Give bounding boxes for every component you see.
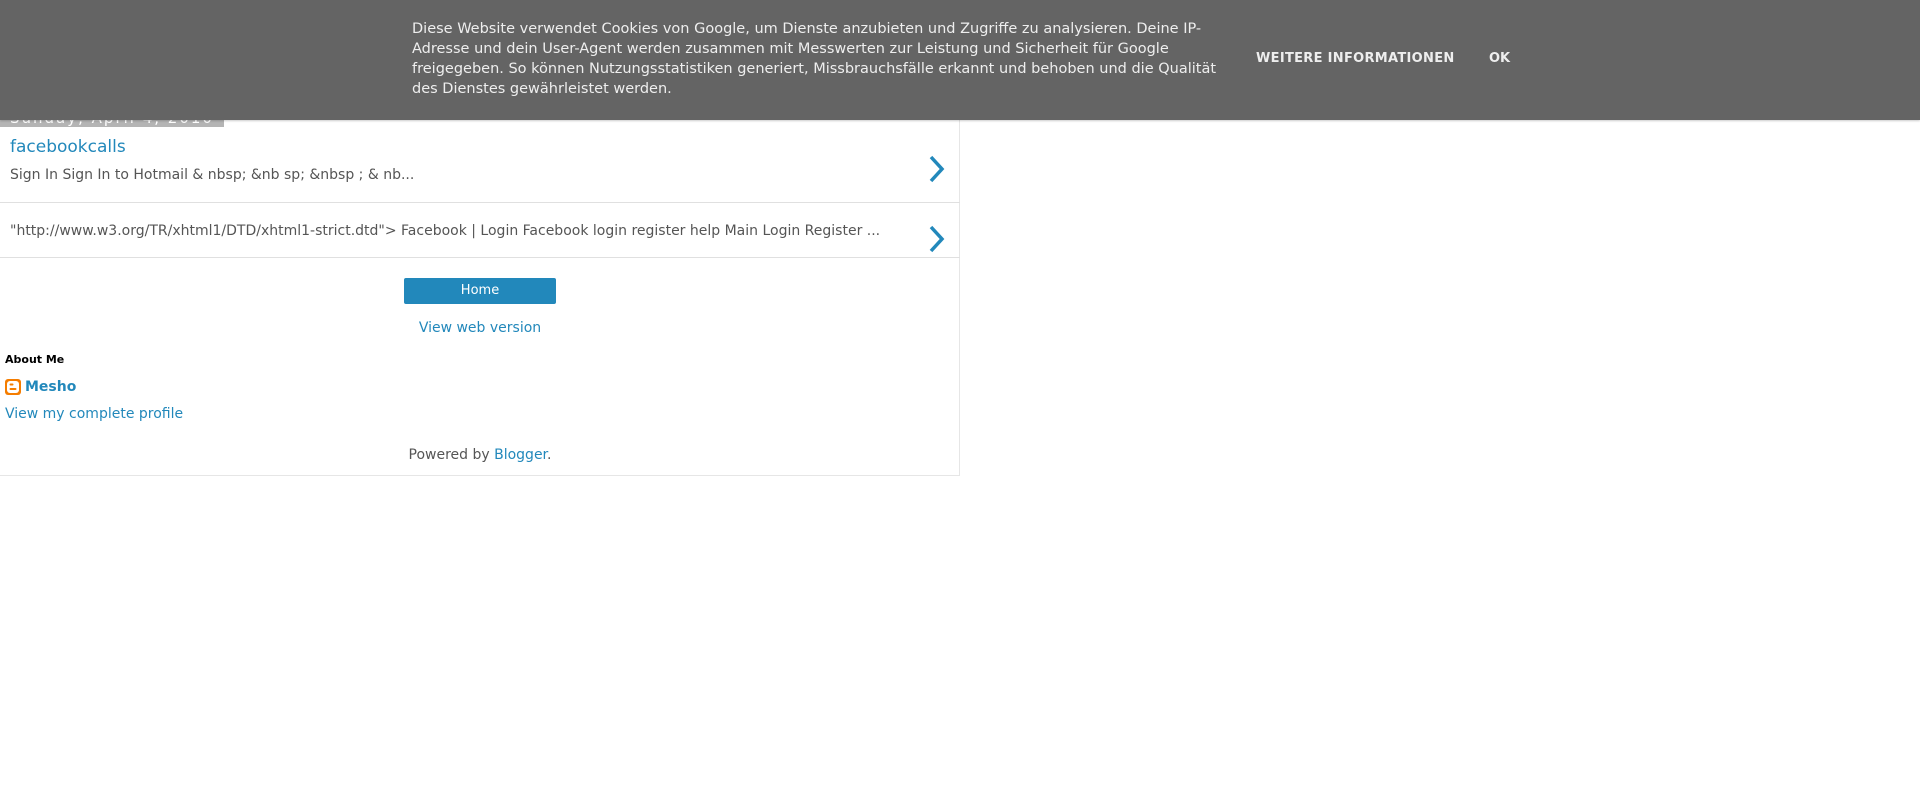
chevron-right-icon[interactable]: [928, 225, 946, 253]
cookie-ok-button[interactable]: OK: [1489, 51, 1510, 66]
powered-by-footer: Powered by Blogger.: [0, 447, 960, 463]
post-snippet: "http://www.w3.org/TR/xhtml1/DTD/xhtml1-…: [10, 223, 881, 239]
powered-by-prefix: Powered by: [408, 447, 495, 463]
cookie-more-info-button[interactable]: WEITERE INFORMATIONEN: [1256, 51, 1455, 66]
powered-by-suffix: .: [547, 447, 552, 463]
post-title-link[interactable]: facebookcalls: [10, 137, 126, 157]
cookie-banner: Diese Website verwendet Cookies von Goog…: [0, 0, 1920, 120]
post-item[interactable]: facebookcalls Sign In Sign In to Hotmail…: [0, 127, 960, 203]
profile-row[interactable]: Mesho: [5, 378, 76, 396]
blogger-link[interactable]: Blogger: [494, 447, 547, 463]
view-complete-profile-link[interactable]: View my complete profile: [5, 406, 183, 422]
post-item[interactable]: "http://www.w3.org/TR/xhtml1/DTD/xhtml1-…: [0, 203, 960, 258]
about-me-heading: About Me: [5, 353, 65, 366]
post-snippet: Sign In Sign In to Hotmail & nbsp; &nb s…: [10, 167, 415, 183]
home-button[interactable]: Home: [404, 278, 556, 304]
view-web-version-label[interactable]: View web version: [419, 320, 541, 336]
blogger-icon: [5, 379, 21, 395]
view-web-version-link[interactable]: View web version: [0, 320, 960, 336]
cookie-notice-text: Diese Website verwendet Cookies von Goog…: [412, 21, 1217, 97]
page: Sunday, April 4, 2010 facebookcalls Sign…: [0, 0, 1920, 807]
chevron-right-icon[interactable]: [928, 155, 946, 183]
profile-name-link[interactable]: Mesho: [25, 379, 76, 395]
